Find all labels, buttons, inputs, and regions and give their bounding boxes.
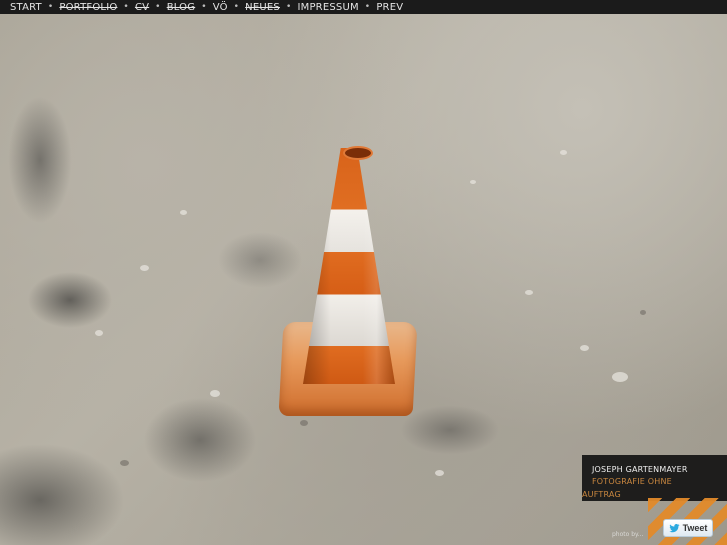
pebble [210,390,220,397]
nav-separator: • [123,2,129,12]
tagline-continued[interactable]: AUFTRAG [582,490,621,499]
tagline[interactable]: FOTOGRAFIE OHNE [592,477,672,486]
photographer-name[interactable]: JOSEPH GARTENMAYER [592,465,688,474]
pebble [470,180,476,184]
pebble [525,290,533,295]
pebble [560,150,567,155]
top-navigation: START • PORTFOLIO • CV • BLOG • VÖ • NEUES • IMPRESS… [0,0,727,14]
nav-item-blog[interactable]: BLOG [167,2,196,13]
nav-item-cv[interactable]: CV [135,2,149,13]
nav-separator: • [201,2,207,12]
pebble [612,372,628,382]
tweet-label: Tweet [682,523,708,533]
cone-shading [303,148,395,384]
nav-item-prev[interactable]: PREV [376,2,403,13]
nav-separator: • [233,2,240,12]
nav-item-portfolio[interactable]: PORTFOLIO [59,2,117,13]
nav-item-impressum[interactable]: IMPRESSUM [297,2,358,13]
pebble [140,265,149,271]
pebble [435,470,444,476]
pebble [640,310,646,315]
nav-separator: • [285,2,292,12]
pebble [120,460,129,466]
cone-top [343,146,373,160]
photo-credit: photo by... [612,531,644,538]
nav-separator: • [47,2,54,12]
pebble [95,330,103,336]
nav-item-start[interactable]: START [10,2,42,13]
nav-separator: • [155,2,161,12]
tweet-button[interactable]: Tweet [663,519,713,537]
nav-item-v-[interactable]: VÖ [213,2,228,13]
twitter-bird-icon [668,523,680,532]
pebble [580,345,589,351]
pebble [300,420,308,426]
pebble [180,210,187,215]
nav-separator: • [364,2,371,12]
nav-item-neues[interactable]: NEUES [245,2,280,13]
